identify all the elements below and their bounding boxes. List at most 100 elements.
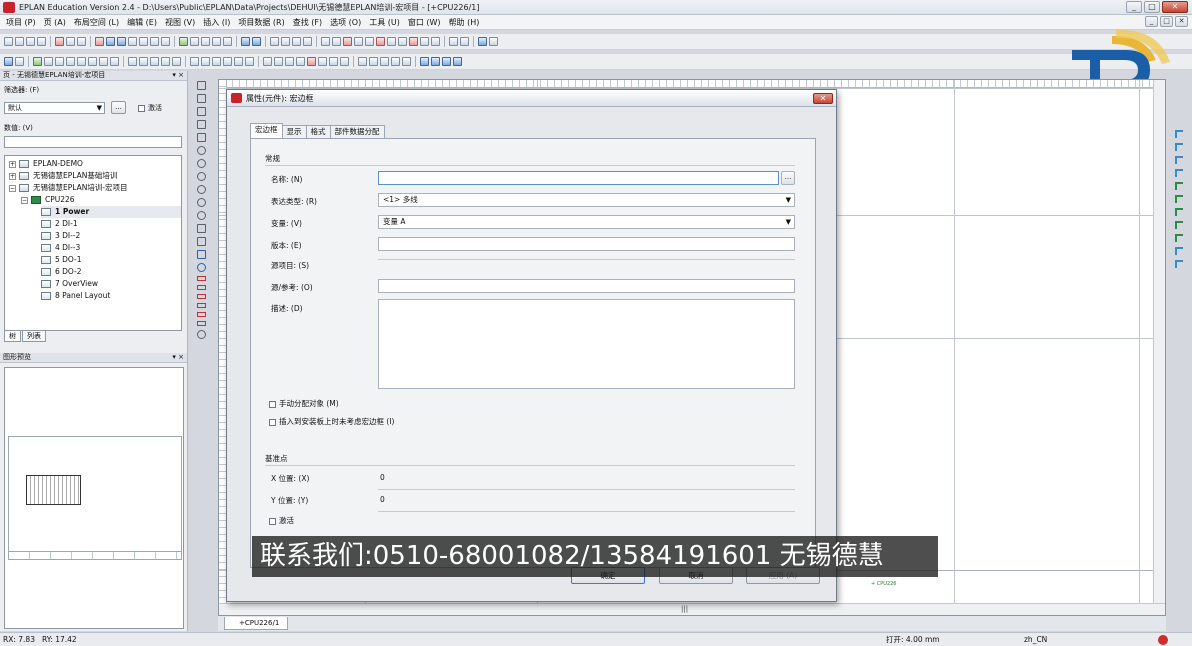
corner-br-icon[interactable] (1175, 169, 1183, 177)
dimension-baseline-icon[interactable] (196, 312, 206, 317)
tree-page-6[interactable]: 6 DO-2 (41, 266, 82, 278)
description-textarea[interactable] (378, 299, 795, 389)
horizontal-scrollbar[interactable]: ||| (219, 603, 1165, 615)
menu-window[interactable]: 窗口 (W) (404, 17, 445, 28)
refresh-icon[interactable] (179, 37, 188, 46)
tree-page-4[interactable]: 4 DI--3 (41, 242, 80, 254)
dialog-close-button[interactable]: ✕ (813, 93, 833, 104)
page-next-icon[interactable] (150, 37, 159, 46)
tee-up-icon[interactable] (1175, 195, 1183, 203)
base-activate-checkbox[interactable] (269, 517, 276, 525)
input-icon[interactable] (354, 37, 363, 46)
tab-part-data[interactable]: 部件数据分配 (329, 125, 385, 138)
tree-page-1[interactable]: 1 Power (41, 206, 181, 218)
menu-project-data[interactable]: 项目数据 (R) (234, 17, 288, 28)
minimize-button[interactable]: _ (1126, 1, 1142, 13)
menu-insert[interactable]: 插入 (I) (199, 17, 234, 28)
sector-icon[interactable] (196, 198, 206, 207)
coil-icon[interactable] (234, 57, 243, 66)
grid-b-icon[interactable] (292, 37, 301, 46)
new-icon[interactable] (4, 37, 13, 46)
zoom-out-icon[interactable] (201, 37, 210, 46)
cross-conn-icon[interactable] (66, 57, 75, 66)
cross-icon[interactable] (1175, 234, 1183, 242)
vertical-scrollbar[interactable] (1153, 80, 1165, 615)
name-more-button[interactable]: ... (781, 171, 795, 185)
corner-tr-icon[interactable] (1175, 143, 1183, 151)
dimension-radius-icon[interactable] (196, 321, 206, 326)
line-icon[interactable] (196, 81, 206, 90)
hyperlink-icon[interactable] (196, 263, 206, 272)
activate-checkbox[interactable] (138, 104, 145, 112)
print-icon[interactable] (37, 37, 46, 46)
tree-device-cpu226[interactable]: − CPU226 (21, 194, 75, 206)
circle-icon[interactable] (196, 146, 206, 155)
save-icon[interactable] (26, 37, 35, 46)
dimension-diameter-icon[interactable] (196, 330, 206, 339)
contact-c-icon[interactable] (212, 57, 221, 66)
tree-page-8[interactable]: 8 Panel Layout (41, 290, 110, 302)
arrow-a-icon[interactable] (420, 57, 429, 66)
tab-page-cpu226-1[interactable]: +CPU226/1 (224, 617, 289, 630)
diagonal-icon[interactable] (1175, 260, 1183, 268)
tree-project-macro[interactable]: − 无锡德慧EPLAN培训-宏项目 (9, 182, 128, 194)
arrow-b-icon[interactable] (431, 57, 440, 66)
manual-assign-checkbox[interactable] (269, 400, 276, 408)
rectangle-icon[interactable] (196, 120, 206, 129)
page-icon[interactable] (128, 37, 137, 46)
contact-b-icon[interactable] (201, 57, 210, 66)
source-reference-input[interactable] (378, 279, 795, 293)
maximize-button[interactable]: □ (1144, 1, 1160, 13)
delete-icon[interactable] (95, 37, 104, 46)
cross-icon[interactable] (420, 37, 429, 46)
grid-c-icon[interactable] (303, 37, 312, 46)
base-activate-option[interactable]: 激活 (269, 515, 294, 526)
arc-icon[interactable] (196, 172, 206, 181)
tab-macro-box[interactable]: 宏边框 (250, 123, 283, 138)
pin-icon[interactable]: ▾ × (172, 71, 184, 80)
plc-c-icon[interactable] (285, 57, 294, 66)
filter-more-button[interactable]: ... (111, 101, 126, 114)
menu-view[interactable]: 视图 (V) (161, 17, 199, 28)
close-button[interactable]: ✕ (1162, 1, 1188, 13)
name-input[interactable] (378, 171, 779, 185)
polygon-icon[interactable] (196, 107, 206, 116)
plc-b-icon[interactable] (274, 57, 283, 66)
menu-edit[interactable]: 编辑 (E) (123, 17, 161, 28)
arrow-d-icon[interactable] (453, 57, 462, 66)
wire-d-icon[interactable] (391, 57, 400, 66)
wire-a-icon[interactable] (358, 57, 367, 66)
page-prev-icon[interactable] (139, 37, 148, 46)
coord-icon[interactable] (365, 37, 374, 46)
plc-d-icon[interactable] (296, 57, 305, 66)
terminal-icon[interactable] (128, 57, 137, 66)
contact-d-icon[interactable] (223, 57, 232, 66)
parts-icon[interactable] (489, 37, 498, 46)
menu-tools[interactable]: 工具 (U) (365, 17, 404, 28)
tree-page-5[interactable]: 5 DO-1 (41, 254, 82, 266)
open-icon[interactable] (15, 37, 24, 46)
break-icon[interactable] (77, 57, 86, 66)
interrupt-icon[interactable] (88, 57, 97, 66)
dimension-linear-icon[interactable] (196, 276, 206, 281)
zoom-in-icon[interactable] (190, 37, 199, 46)
plug-icon[interactable] (139, 57, 148, 66)
dimension-chain-icon[interactable] (196, 303, 206, 308)
tab-format[interactable]: 格式 (305, 125, 331, 138)
shield-icon[interactable] (161, 57, 170, 66)
pin-icon[interactable]: ▾ × (172, 353, 184, 362)
dimension-icon[interactable] (431, 37, 440, 46)
circle-3p-icon[interactable] (196, 159, 206, 168)
snap-icon[interactable] (321, 37, 330, 46)
grid-icon[interactable] (270, 37, 279, 46)
box-icon[interactable] (172, 57, 181, 66)
mark-icon[interactable] (409, 37, 418, 46)
tee-down-icon[interactable] (1175, 182, 1183, 190)
grid-a-icon[interactable] (281, 37, 290, 46)
tree-page-3[interactable]: 3 DI--2 (41, 230, 80, 242)
spline-icon[interactable] (196, 224, 206, 233)
ortho-icon[interactable] (343, 37, 352, 46)
tree-project-demo[interactable]: + EPLAN-DEMO (9, 158, 83, 170)
potential-icon[interactable] (99, 57, 108, 66)
wire-c-icon[interactable] (380, 57, 389, 66)
